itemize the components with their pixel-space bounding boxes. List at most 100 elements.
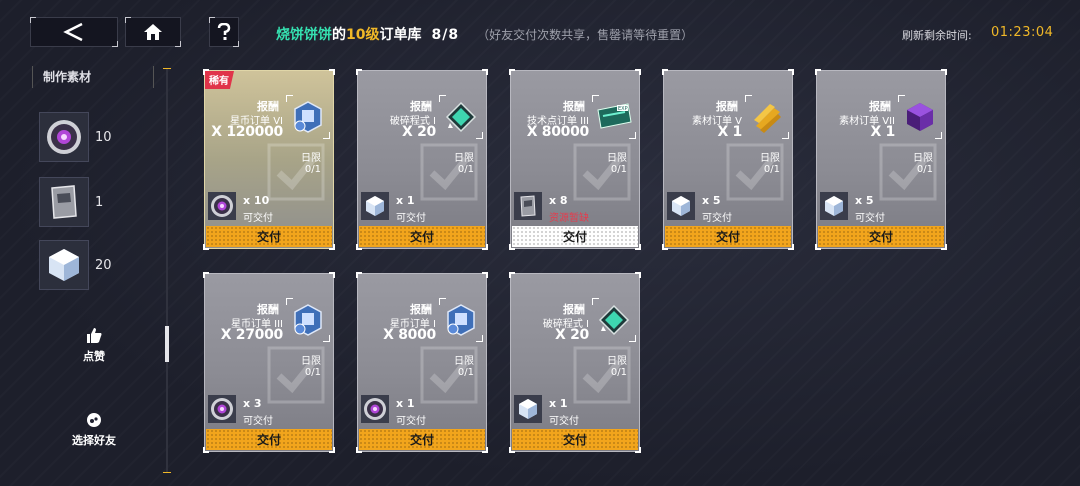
friend-icon: [87, 413, 101, 427]
daily-limit-value: 0/1: [457, 164, 474, 175]
required-quantity: x 3: [243, 397, 262, 410]
order-card[interactable]: 报酬 素材订单 VX 1 日限 0/1 x 5 可交付 交付: [662, 69, 794, 250]
material-item[interactable]: 1: [39, 177, 103, 227]
order-card[interactable]: 报酬 技术点订单 III X 80000 EXP 日限 0/1 x 8 资源暂缺 交付: [509, 69, 641, 250]
purple-orb-icon: [39, 112, 89, 162]
daily-limit-label: 日限: [301, 153, 321, 164]
daily-limit-value: 0/1: [304, 367, 321, 378]
reward-amount: X 20: [555, 327, 589, 343]
player-name: 烧饼饼饼: [276, 27, 332, 43]
required-quantity: x 8: [549, 194, 568, 207]
shard-icon[interactable]: [439, 95, 483, 139]
daily-limit-label: 日限: [760, 153, 780, 164]
deliver-button[interactable]: 交付: [359, 429, 485, 450]
star-coin-icon[interactable]: [286, 95, 330, 139]
back-arrow-icon: [63, 22, 83, 42]
exp-chip-icon: [39, 177, 89, 227]
daily-limit-label: 日限: [454, 356, 474, 367]
crystal-cube-icon[interactable]: [820, 192, 848, 220]
order-card[interactable]: 报酬 素材订单 VII X 1 日限 0/1 x 5 可交付 交付: [815, 69, 947, 250]
daily-limit-value: 0/1: [304, 164, 321, 175]
gold-bars-icon[interactable]: [745, 95, 789, 139]
purple-orb-icon[interactable]: [208, 192, 236, 220]
deliver-button[interactable]: 交付: [206, 429, 332, 450]
page-title: 烧饼饼饼 的 10级 订单库 8/8 （好友交付次数共享，售罄请等待重置）: [276, 24, 693, 44]
reward-amount: X 27000: [220, 327, 284, 343]
daily-limit-value: 0/1: [610, 164, 627, 175]
delivery-status: 资源暂缺: [549, 213, 589, 224]
library-text: 订单库: [379, 27, 422, 43]
order-card[interactable]: 稀有 报酬 星币订单 VI X 120000 日限 0/1 x 10 可交付 交付: [203, 69, 335, 250]
delivery-status: 可交付: [396, 416, 426, 427]
daily-limit-value: 0/1: [457, 367, 474, 378]
deliver-button[interactable]: 交付: [206, 226, 332, 247]
deliver-button[interactable]: 交付: [512, 429, 638, 450]
deliver-button[interactable]: 交付: [818, 226, 944, 247]
material-item[interactable]: 10: [39, 112, 112, 162]
thumbs-up-icon: [87, 328, 102, 343]
star-coin-icon[interactable]: [439, 298, 483, 342]
required-quantity: x 1: [396, 397, 415, 410]
like-label: 点赞: [83, 350, 105, 363]
order-card[interactable]: 报酬 破碎程式 IX 20 日限 0/1 x 1 可交付 交付: [509, 272, 641, 453]
delivery-status: 可交付: [243, 416, 273, 427]
help-button[interactable]: [209, 17, 239, 47]
delivery-status: 可交付: [702, 213, 732, 224]
delivery-status: 可交付: [243, 213, 273, 224]
purple-orb-icon[interactable]: [361, 395, 389, 423]
title-possessive: 的: [332, 27, 346, 43]
material-count: 20: [95, 257, 112, 273]
reward-amount: X 20: [402, 124, 436, 140]
required-quantity: x 1: [396, 194, 415, 207]
daily-limit-value: 0/1: [610, 367, 627, 378]
select-friend-label: 选择好友: [72, 434, 116, 447]
svg-text:EXP: EXP: [618, 106, 628, 112]
exp-chip-icon[interactable]: [514, 192, 542, 220]
material-count: 1: [95, 194, 104, 210]
shard-icon[interactable]: [592, 298, 636, 342]
back-button[interactable]: [30, 17, 118, 47]
exp-chip-icon[interactable]: EXP: [592, 95, 636, 139]
share-note: （好友交付次数共享，售罄请等待重置）: [477, 28, 694, 42]
materials-title: 制作素材: [32, 66, 154, 88]
refresh-label: 刷新剩余时间:: [902, 29, 972, 42]
home-button[interactable]: [125, 17, 181, 47]
reward-amount: X 1: [717, 124, 742, 140]
deliver-button[interactable]: 交付: [512, 226, 638, 247]
daily-limit-label: 日限: [301, 356, 321, 367]
daily-limit-label: 日限: [607, 153, 627, 164]
daily-limit-label: 日限: [607, 356, 627, 367]
scrollbar-thumb[interactable]: [165, 326, 169, 362]
rare-tag: 稀有: [205, 71, 234, 89]
daily-limit-value: 0/1: [763, 164, 780, 175]
purple-orb-icon[interactable]: [208, 395, 236, 423]
star-coin-icon[interactable]: [286, 298, 330, 342]
crystal-cube-icon: [39, 240, 89, 290]
deliver-button[interactable]: 交付: [665, 226, 791, 247]
reward-amount: X 80000: [526, 124, 590, 140]
required-quantity: x 5: [855, 194, 874, 207]
scrollbar[interactable]: [163, 68, 171, 473]
crystal-cube-icon[interactable]: [514, 395, 542, 423]
like-button[interactable]: 点赞: [62, 326, 126, 364]
required-quantity: x 5: [702, 194, 721, 207]
deliver-button[interactable]: 交付: [359, 226, 485, 247]
reward-amount: X 8000: [383, 327, 436, 343]
reward-amount: X 120000: [211, 124, 283, 140]
select-friend-button[interactable]: 选择好友: [62, 412, 126, 448]
material-count: 10: [95, 129, 112, 145]
crystal-cube-icon[interactable]: [361, 192, 389, 220]
crystal-cube-icon[interactable]: [667, 192, 695, 220]
required-quantity: x 10: [243, 194, 270, 207]
material-item[interactable]: 20: [39, 240, 112, 290]
question-icon: [217, 23, 231, 40]
order-card[interactable]: 报酬 星币订单 IX 8000 日限 0/1 x 1 可交付 交付: [356, 272, 488, 453]
order-card[interactable]: 报酬 破碎程式 IX 20 日限 0/1 x 1 可交付 交付: [356, 69, 488, 250]
daily-limit-label: 日限: [454, 153, 474, 164]
delivery-status: 可交付: [396, 213, 426, 224]
purple-cube-icon[interactable]: [898, 95, 942, 139]
order-card[interactable]: 报酬 星币订单 III X 27000 日限 0/1 x 3 可交付 交付: [203, 272, 335, 453]
daily-limit-label: 日限: [913, 153, 933, 164]
delivery-status: 可交付: [549, 416, 579, 427]
home-icon: [144, 24, 162, 40]
